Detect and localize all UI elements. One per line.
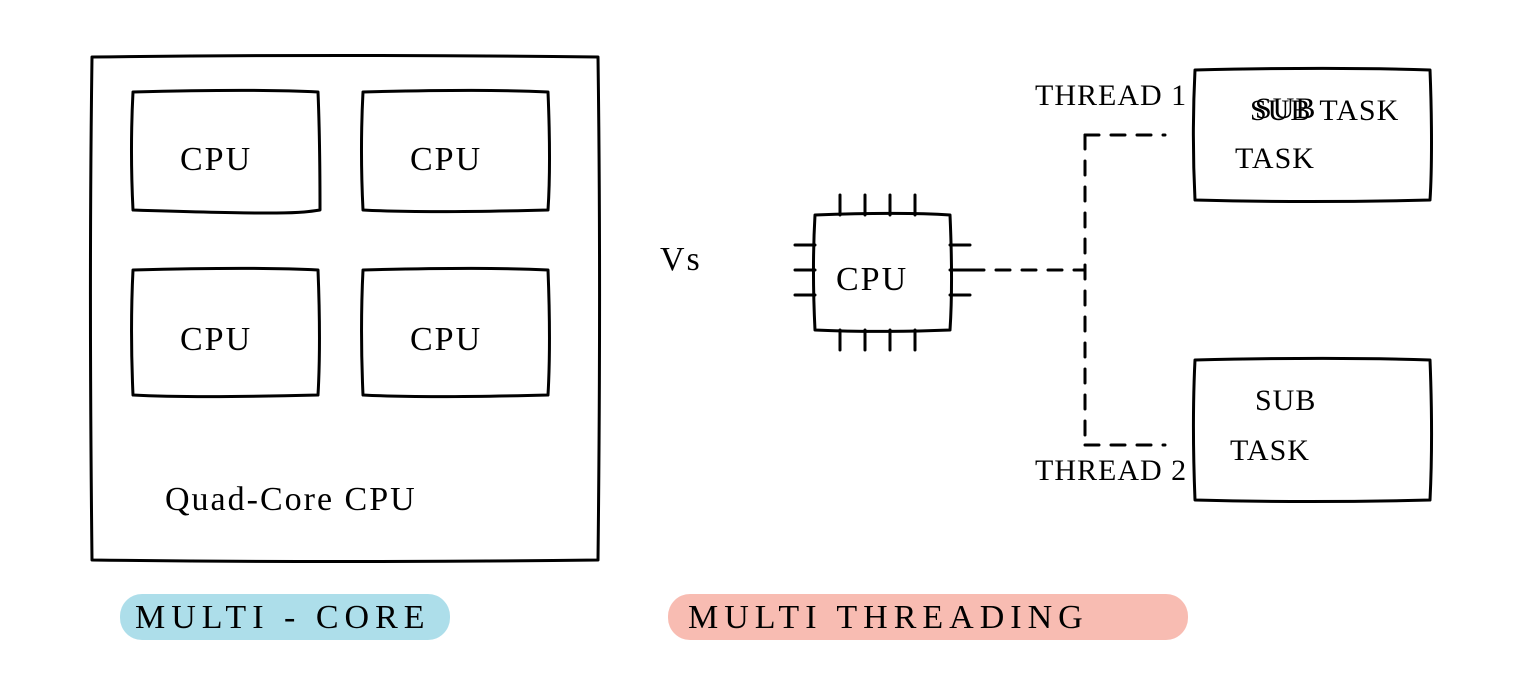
subtask-label-line2: TASK <box>1235 142 1315 175</box>
cpu-chip-label: CPU <box>836 261 908 298</box>
subtask-label-line1: SUB <box>1255 384 1316 417</box>
cpu-core-label: CPU <box>410 141 482 178</box>
subtask-box <box>1194 359 1432 502</box>
subtask-box <box>1194 69 1432 202</box>
cpu-core-label: CPU <box>180 321 252 358</box>
quad-core-caption: Quad-Core CPU <box>165 481 417 518</box>
multithreading-title: MULTI THREADING <box>688 599 1089 636</box>
vs-label: Vs <box>660 241 702 278</box>
cpu-core-label: CPU <box>180 141 252 178</box>
multicore-panel: CPU CPU CPU CPU Quad-Core CPU MULTI - CO… <box>91 56 600 641</box>
multicore-title: MULTI - CORE <box>135 599 431 636</box>
multithreading-panel: CPU THREAD 1 THREAD 2 SUB TASK SUB TASK … <box>668 69 1432 641</box>
cpu-core-label: CPU <box>410 321 482 358</box>
thread-label: THREAD 1 <box>1035 79 1187 112</box>
thread-label: THREAD 2 <box>1035 454 1187 487</box>
subtask-label-line1: SUB <box>1255 92 1316 125</box>
subtask-label-line2: TASK <box>1230 434 1310 467</box>
